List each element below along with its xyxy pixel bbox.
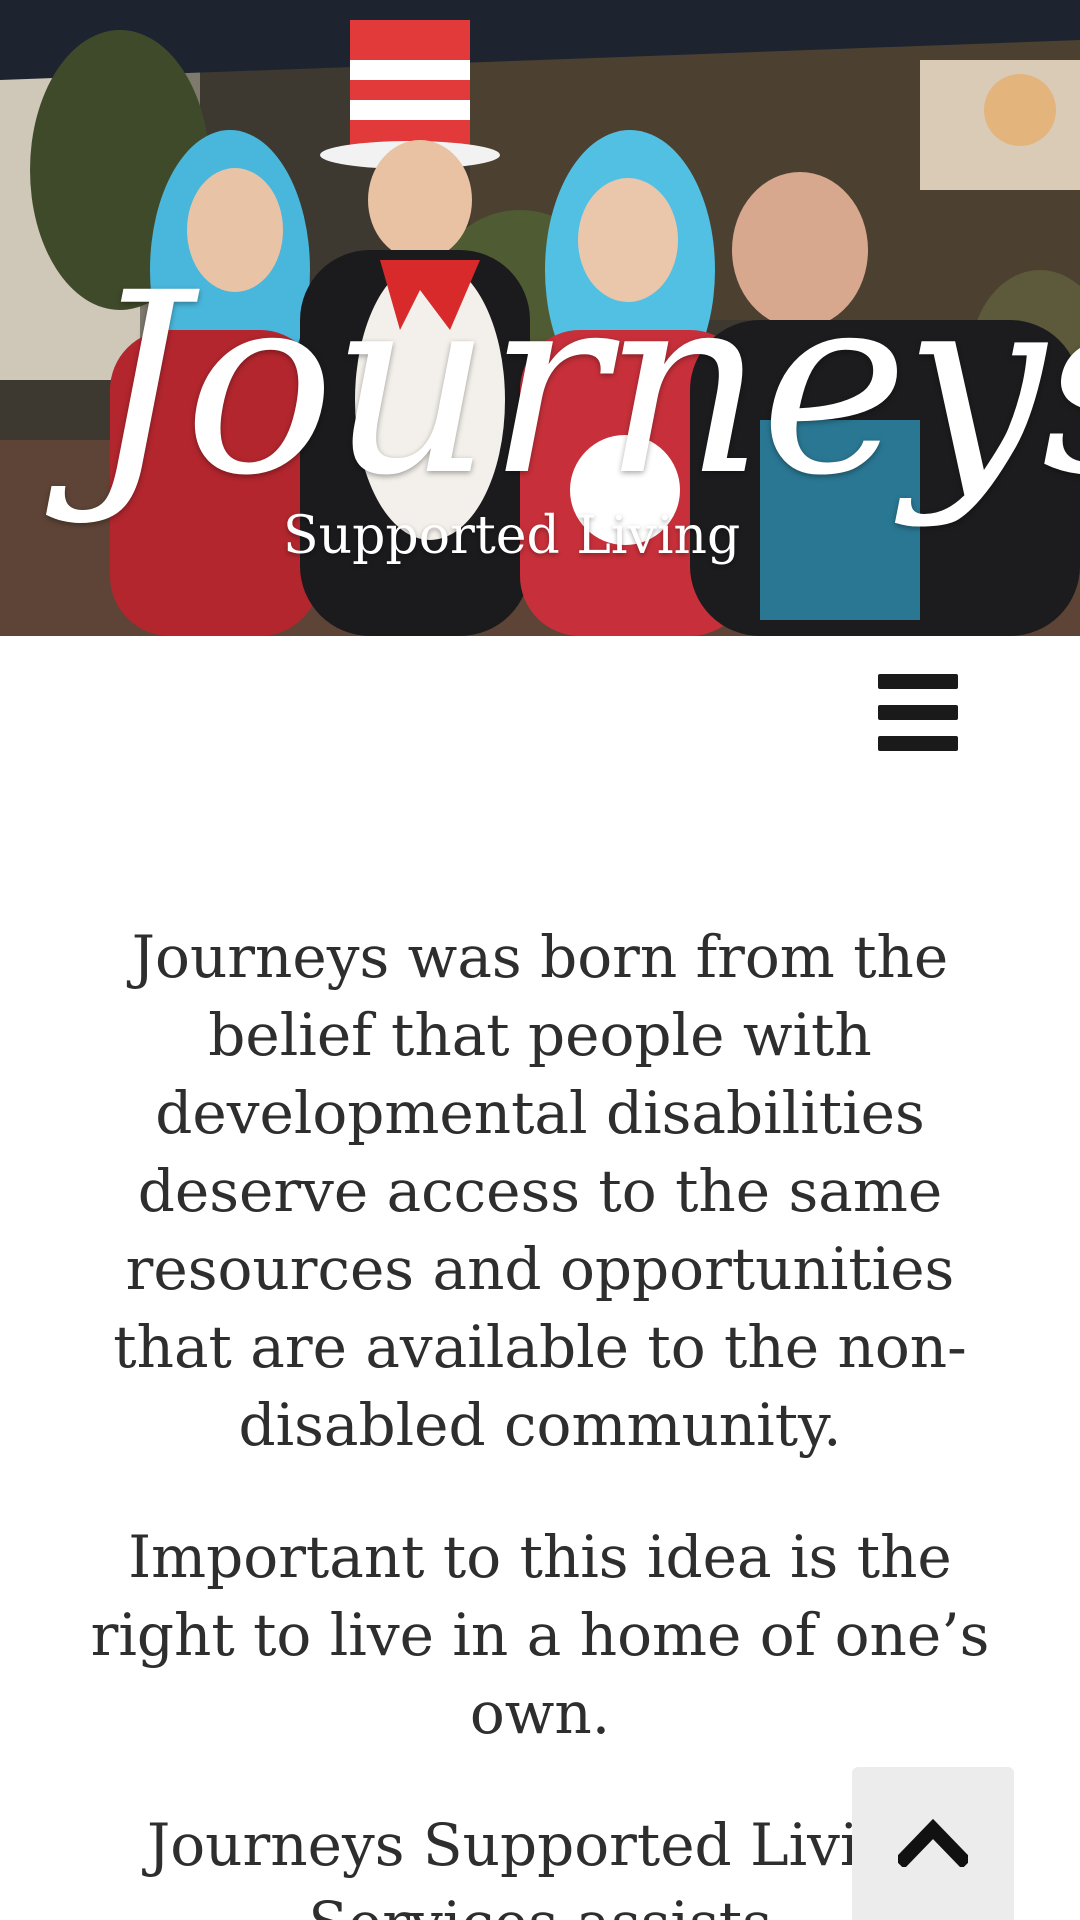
hamburger-menu-icon[interactable] [876,672,960,756]
hero-banner: Journeys Supported Living [0,0,1080,636]
intro-paragraph: Journeys was born from the belief that p… [113,923,967,1459]
menu-bar [878,674,958,689]
chevron-up-icon [898,1818,968,1867]
site-logo[interactable]: Journeys Supported Living [88,260,1080,590]
menu-bar [878,705,958,720]
back-to-top-button[interactable] [852,1767,1014,1920]
logo-script-text: Journeys [88,239,1080,530]
menu-bar [878,736,958,751]
logo-subtitle: Supported Living [283,506,741,566]
intro-paragraph: Important to this idea is the right to l… [90,1523,990,1747]
